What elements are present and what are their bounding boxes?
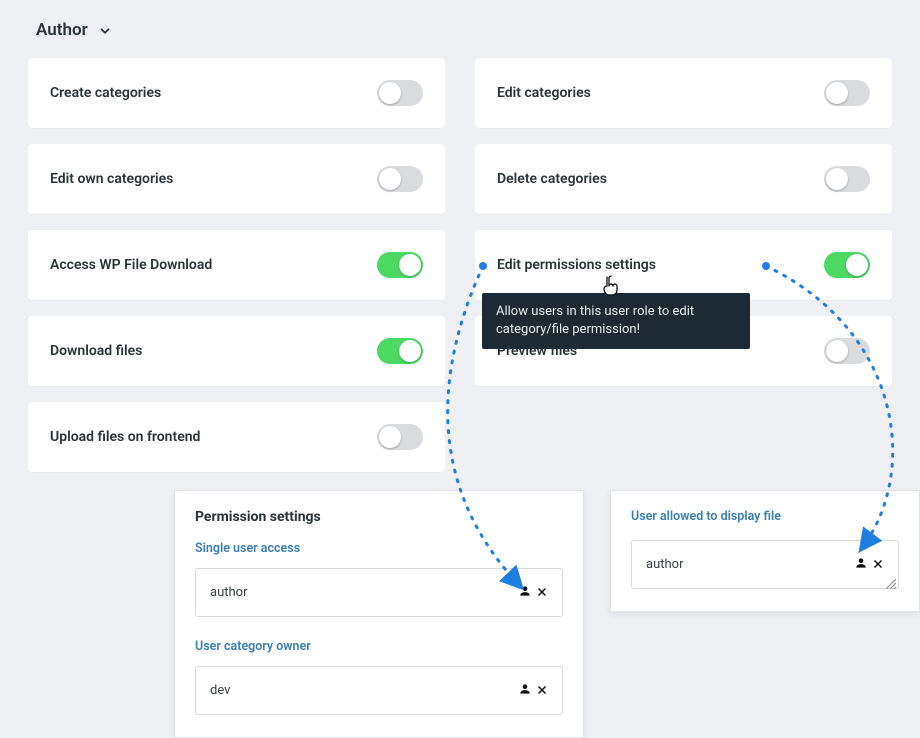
user-icon[interactable] [518, 583, 532, 602]
single-user-access-value: author [210, 585, 247, 600]
single-user-access-input[interactable]: author [195, 568, 563, 617]
toggle-upload-files-frontend[interactable] [377, 424, 423, 450]
user-allowed-value: author [646, 557, 683, 572]
single-user-access-label: Single user access [195, 541, 563, 556]
user-allowed-input[interactable]: author [631, 540, 899, 589]
toggle-preview-files[interactable] [824, 338, 870, 364]
tooltip-text: Allow users in this user role to edit ca… [496, 304, 694, 337]
perm-label: Edit permissions settings [497, 257, 656, 273]
perm-delete-categories: Delete categories [475, 144, 892, 214]
perm-label: Edit own categories [50, 171, 173, 187]
toggle-edit-permissions-settings[interactable] [824, 252, 870, 278]
toggle-download-files[interactable] [377, 338, 423, 364]
user-allowed-title: User allowed to display file [631, 509, 899, 524]
perm-label: Access WP File Download [50, 257, 212, 273]
toggle-access-wp-file-download[interactable] [377, 252, 423, 278]
perm-edit-categories: Edit categories [475, 58, 892, 128]
perm-download-files: Download files [28, 316, 445, 386]
chevron-down-icon [98, 23, 112, 37]
user-icon[interactable] [854, 555, 868, 574]
perm-label: Delete categories [497, 171, 607, 187]
perm-create-categories: Create categories [28, 58, 445, 128]
panel-title: Permission settings [195, 509, 563, 525]
role-selector[interactable]: Author [28, 12, 892, 58]
toggle-create-categories[interactable] [377, 80, 423, 106]
category-owner-value: dev [210, 683, 230, 698]
user-icon[interactable] [518, 681, 532, 700]
perm-label: Upload files on frontend [50, 429, 200, 445]
tooltip-edit-permissions: Allow users in this user role to edit ca… [482, 293, 750, 349]
perm-access-wp-file-download: Access WP File Download [28, 230, 445, 300]
remove-icon[interactable] [536, 583, 548, 602]
category-owner-label: User category owner [195, 639, 563, 654]
perm-upload-files-frontend: Upload files on frontend [28, 402, 445, 472]
perm-edit-own-categories: Edit own categories [28, 144, 445, 214]
permission-settings-panel: Permission settings Single user access a… [174, 490, 584, 738]
user-allowed-display-panel: User allowed to display file author [610, 490, 920, 612]
remove-icon[interactable] [536, 681, 548, 700]
remove-icon[interactable] [872, 555, 884, 574]
pointer-cursor-icon [601, 275, 619, 301]
perm-label: Download files [50, 343, 142, 359]
resize-handle-icon[interactable] [884, 574, 896, 586]
toggle-delete-categories[interactable] [824, 166, 870, 192]
perm-label: Create categories [50, 85, 161, 101]
toggle-edit-own-categories[interactable] [377, 166, 423, 192]
toggle-edit-categories[interactable] [824, 80, 870, 106]
perm-edit-permissions-settings: Edit permissions settings [475, 230, 892, 300]
perm-label: Edit categories [497, 85, 591, 101]
role-label: Author [36, 20, 88, 40]
category-owner-input[interactable]: dev [195, 666, 563, 715]
